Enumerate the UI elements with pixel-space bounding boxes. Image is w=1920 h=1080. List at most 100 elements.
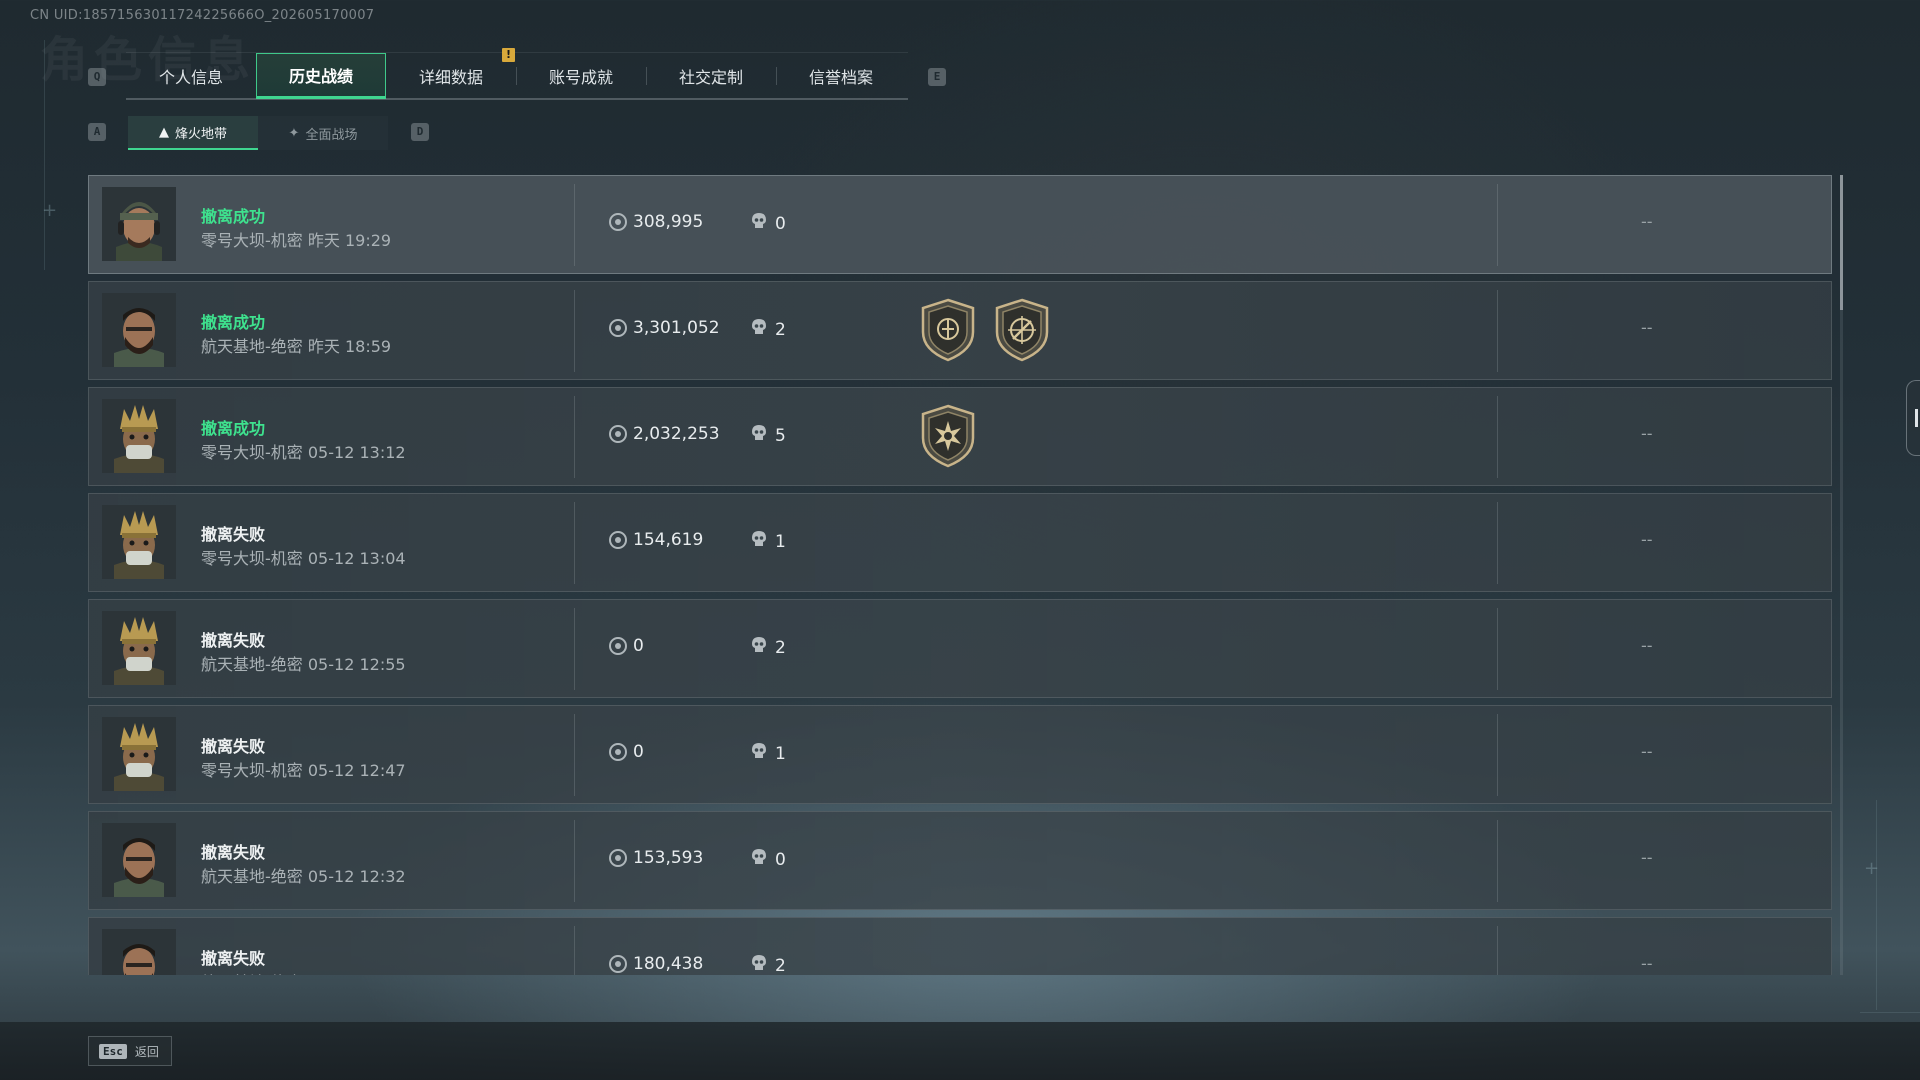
column-divider (1497, 184, 1498, 266)
coin-icon (609, 425, 627, 443)
prev-tab-key[interactable]: Q (88, 68, 106, 86)
map-and-time: 航天基地-绝密 05-12 12:55 (201, 651, 406, 675)
scroll-thumb[interactable] (1840, 175, 1843, 310)
tab-social-custom[interactable]: 社交定制 (646, 53, 776, 99)
map-and-time: 航天基地-绝密 05-12 12:32 (201, 863, 406, 887)
loot-value: 308,995 (609, 212, 703, 232)
tab-match-history[interactable]: 历史战绩 (256, 53, 386, 99)
kill-count-text: 0 (775, 213, 786, 234)
mode-tab-bar: ▲ 烽火地带 ✦ 全面战场 (128, 116, 388, 150)
map-name: 零号大坝-机密 (201, 761, 303, 780)
extraction-status: 撤离失败 (201, 843, 266, 862)
deco-plus: + (42, 200, 58, 221)
column-divider (574, 608, 575, 690)
match-time: 05-12 13:04 (307, 549, 406, 568)
tab-detailed-data[interactable]: 详细数据 (386, 53, 516, 99)
loot-value-text: 308,995 (633, 212, 704, 232)
subtab-extraction-zone[interactable]: ▲ 烽火地带 (128, 116, 258, 150)
next-tab-key[interactable]: E (928, 68, 946, 86)
match-time: 昨天 19:29 (307, 231, 392, 250)
extra-info: -- (1641, 742, 1653, 761)
match-time: 昨天 18:59 (307, 337, 392, 356)
star-burst-badge-icon[interactable] (919, 404, 977, 472)
back-button[interactable]: Esc 返回 (88, 1036, 172, 1066)
extra-info: -- (1641, 212, 1653, 231)
map-and-time: 零号大坝-机密 05-12 13:12 (201, 439, 406, 463)
main-tab-bar: 个人信息 历史战绩 详细数据 账号成就 社交定制 信誉档案 (126, 52, 908, 100)
deco-line (44, 40, 45, 270)
kill-count-text: 1 (775, 531, 786, 552)
loot-value: 153,593 (609, 848, 703, 868)
crosshair-badge-icon[interactable] (993, 298, 1051, 366)
subtab-battlefield[interactable]: ✦ 全面战场 (258, 116, 388, 150)
kill-count-text: 5 (775, 425, 786, 446)
side-panel-handle[interactable] (1906, 380, 1920, 456)
loot-value-text: 0 (633, 636, 644, 656)
extra-info: -- (1641, 636, 1653, 655)
loot-value-text: 153,593 (633, 848, 704, 868)
skull-icon (751, 318, 767, 341)
deco-line (1876, 800, 1877, 1010)
operator-avatar (102, 823, 176, 897)
tab-personal-info[interactable]: 个人信息 (126, 53, 256, 99)
kill-count-text: 1 (775, 743, 786, 764)
column-divider (1497, 714, 1498, 796)
battlefield-icon: ✦ (288, 125, 300, 141)
kill-count: 0 (751, 848, 786, 871)
achievement-badges (919, 404, 977, 472)
deco-plus: + (1864, 858, 1880, 879)
kill-count-text: 0 (775, 849, 786, 870)
subtab-label: 全面战场 (305, 127, 358, 143)
skull-icon (751, 530, 767, 553)
kill-count: 1 (751, 530, 786, 553)
loot-value-text: 0 (633, 742, 644, 762)
loot-value-text: 180,438 (633, 954, 704, 974)
match-row[interactable]: 撤离成功 零号大坝-机密 05-12 13:12 2,032,253 5 -- (88, 387, 1832, 486)
match-row[interactable]: 撤离失败 航天基地-绝密 05-12 12:32 153,593 0 -- (88, 811, 1832, 910)
coin-icon (609, 637, 627, 655)
match-row[interactable]: 撤离失败 零号大坝-机密 05-12 13:04 154,619 1 -- (88, 493, 1832, 592)
match-time: 05-12 12:32 (307, 867, 406, 886)
extra-info: -- (1641, 848, 1653, 867)
extraction-status: 撤离成功 (201, 419, 266, 438)
map-name: 零号大坝-机密 (201, 231, 303, 250)
match-time: 05-12 12:55 (307, 655, 406, 674)
match-row[interactable]: 撤离失败 航天基地-绝密 05-12 12:55 0 2 -- (88, 599, 1832, 698)
extraction-status: 撤离成功 (201, 207, 266, 226)
match-time: 05-12 12:47 (307, 761, 406, 780)
kill-count-text: 2 (775, 955, 786, 976)
coin-icon (609, 849, 627, 867)
match-row[interactable]: 撤离失败航天基地-绝密 05-12 12:22 180,438 2 -- (88, 917, 1832, 975)
emblem-badge-icon[interactable] (919, 298, 977, 366)
kill-count: 2 (751, 636, 786, 659)
tab-achievements[interactable]: 账号成就 (516, 53, 646, 99)
column-divider (1497, 396, 1498, 478)
kill-count: 1 (751, 742, 786, 765)
match-time: 05-12 12:22 (308, 973, 406, 975)
coin-icon (609, 213, 627, 231)
prev-subtab-key[interactable]: A (88, 123, 106, 141)
coin-icon (609, 743, 627, 761)
extraction-icon: ▲ (158, 124, 169, 140)
match-row[interactable]: 撤离成功零号大坝-机密 昨天 19:29 308,995 0 -- (88, 175, 1832, 274)
tab-reputation[interactable]: 信誉档案 (776, 53, 906, 99)
column-divider (574, 820, 575, 902)
column-divider (1497, 608, 1498, 690)
loot-value: 0 (609, 636, 644, 656)
kill-count: 2 (751, 954, 786, 975)
extra-info: -- (1641, 954, 1653, 973)
kill-count: 5 (751, 424, 786, 447)
loot-value: 154,619 (609, 530, 703, 550)
match-row[interactable]: 撤离失败 零号大坝-机密 05-12 12:47 0 1 -- (88, 705, 1832, 804)
subtab-label: 烽火地带 (174, 126, 227, 142)
list-scrollbar[interactable] (1840, 175, 1843, 975)
next-subtab-key[interactable]: D (411, 123, 429, 141)
extraction-status: 撤离成功 (201, 313, 266, 332)
skull-icon (751, 848, 767, 871)
match-row[interactable]: 撤离成功 航天基地-绝密 昨天 18:59 3,301,052 2 -- (88, 281, 1832, 380)
loot-value: 0 (609, 742, 644, 762)
column-divider (574, 714, 575, 796)
map-name: 航天基地-绝密 (201, 337, 303, 356)
loot-value-text: 2,032,253 (633, 424, 720, 444)
operator-avatar (102, 611, 176, 685)
